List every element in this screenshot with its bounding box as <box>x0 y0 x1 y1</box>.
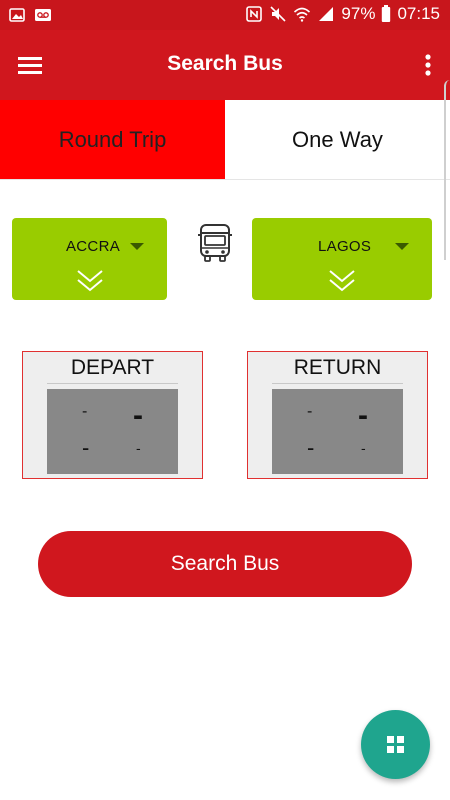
to-city-label: LAGOS <box>318 238 372 255</box>
return-year: - <box>361 440 366 456</box>
depart-day: - <box>82 403 88 420</box>
depart-date: - <box>133 399 143 432</box>
return-date-box: RETURN - - - - <box>247 351 428 479</box>
battery-percentage: 97% <box>341 4 376 23</box>
grid-icon <box>387 736 404 753</box>
double-chevron-down-icon <box>76 270 103 292</box>
depart-date-picker[interactable]: - - - - <box>47 389 178 474</box>
depart-month: - <box>82 435 90 460</box>
return-date-picker[interactable]: - - - - <box>272 389 403 474</box>
trip-type-tabs: Round Trip One Way <box>0 100 450 180</box>
search-bus-button[interactable]: Search Bus <box>38 531 412 597</box>
page-title: Search Bus <box>167 52 283 75</box>
return-day: - <box>307 403 313 420</box>
depart-label: DEPART <box>70 356 155 379</box>
tab-round-trip[interactable]: Round Trip <box>0 100 225 179</box>
clock: 07:15 <box>397 4 440 23</box>
status-left-icons <box>8 6 52 24</box>
voicemail-icon <box>35 9 51 21</box>
wifi-icon <box>294 7 311 22</box>
to-city-selector[interactable]: LAGOS <box>252 218 432 300</box>
double-chevron-down-icon <box>329 270 355 292</box>
app-bar: Search Bus <box>0 30 450 100</box>
return-label: RETURN <box>293 356 382 379</box>
bus-icon <box>196 222 234 264</box>
from-city-selector[interactable]: ACCRA <box>12 218 167 300</box>
from-city-label: ACCRA <box>66 238 121 255</box>
divider <box>47 383 178 384</box>
nfc-icon <box>246 6 263 22</box>
battery-icon <box>382 5 391 22</box>
return-date: - <box>358 399 368 432</box>
edge-panel-handle[interactable] <box>444 80 450 260</box>
grid-fab-button[interactable] <box>361 710 430 779</box>
mute-icon <box>270 6 286 22</box>
image-icon <box>9 8 25 22</box>
status-bar: 97% 07:15 <box>0 0 450 30</box>
dropdown-arrow-icon <box>395 243 409 250</box>
dropdown-arrow-icon <box>130 243 144 250</box>
depart-date-box: DEPART - - - - <box>22 351 203 479</box>
signal-icon <box>319 7 334 21</box>
return-month: - <box>307 435 315 460</box>
more-vert-icon[interactable] <box>420 50 436 80</box>
tab-one-way[interactable]: One Way <box>225 100 450 179</box>
divider <box>272 383 403 384</box>
screen: 97% 07:15 Search Bus Round Trip One Way … <box>0 0 450 800</box>
depart-year: - <box>136 440 141 456</box>
status-right: 97% 07:15 <box>245 4 440 24</box>
